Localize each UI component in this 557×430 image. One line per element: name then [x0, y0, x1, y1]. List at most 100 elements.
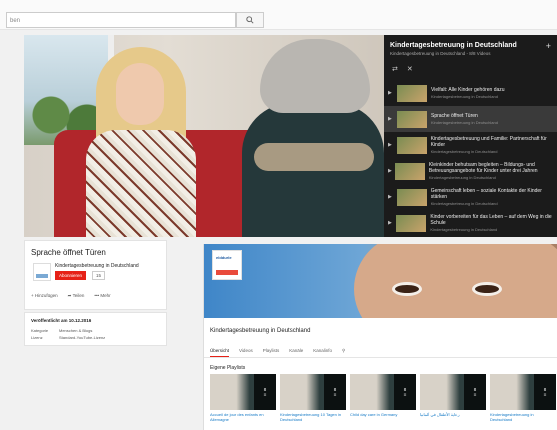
- youtube-page: ben Kindertagesbetreuung in Deutschland …: [0, 0, 557, 430]
- category-value[interactable]: Menschen & Blogs: [59, 328, 92, 333]
- playlist-item-title[interactable]: Kinder vorbereiten für das Leben – auf d…: [430, 214, 553, 226]
- channel-playlist-card[interactable]: 8 ≡ Kindertagesbetreuung in Deutschland: [490, 374, 556, 424]
- playlist-item[interactable]: ▶ Vielfalt: Alle Kinder gehören dazu Kinde…: [384, 80, 557, 106]
- channel-playlist-card[interactable]: 8 ≡ Accueil de jour des enfants en Allemag…: [210, 374, 276, 424]
- playlist-name-link[interactable]: Child day care in Germany: [350, 412, 416, 422]
- playlist-add-icon[interactable]: +: [546, 41, 551, 51]
- banner-child-face: [354, 244, 557, 318]
- playlist-item[interactable]: ▶ Sprache öffnet Türen Kindertagesbetreuun…: [384, 106, 557, 132]
- playlist-item[interactable]: ▶ Gemeinschaft leben – soziale Kontakte d…: [384, 184, 557, 210]
- playlist-name-link[interactable]: Kindertagesbetreuung 10 Tagen in Deutsch…: [280, 412, 346, 422]
- playlist-item-channel: Kindertagesbetreuung in Deutschland: [428, 175, 496, 180]
- channel-playlist-card[interactable]: 8 ≡ Child day care in Germany: [350, 374, 416, 424]
- playlist-header: Kindertagesbetreuung in Deutschland Kind…: [384, 35, 557, 77]
- playlist-item[interactable]: ▶ Kindertagesbetreuung und Familie: Partn…: [384, 132, 557, 158]
- playlist-name-link[interactable]: Accueil de jour des enfants en Allemagne: [210, 412, 276, 422]
- video-title: Sprache öffnet Türen: [31, 248, 106, 257]
- channel-tab[interactable]: Playlists: [263, 348, 280, 357]
- channel-tab[interactable]: Videos: [239, 348, 253, 357]
- channel-title: Kindertagesbetreuung in Deutschland: [210, 328, 311, 334]
- add-to-button[interactable]: + Hinzufügen: [31, 293, 58, 299]
- playlist-item-thumbnail[interactable]: [396, 214, 427, 232]
- play-indicator-icon: ▶: [388, 168, 392, 174]
- playlist-item-thumbnail[interactable]: [397, 110, 427, 128]
- channel-tabs: Übersicht Videos Playlists Kanäle Kanalinfo ⚲: [210, 348, 345, 357]
- play-indicator-icon: ▶: [388, 116, 392, 122]
- playlist-item-title[interactable]: Vielfalt: Alle Kinder gehören dazu: [431, 87, 505, 93]
- playlist-name-link[interactable]: رعاية الأطفال في ألمانيا: [420, 412, 486, 422]
- play-indicator-icon: ▶: [388, 90, 392, 96]
- playlist-item-channel: Kindertagesbetreuung in Deutschland: [430, 201, 498, 206]
- subscribe-button[interactable]: Abonnieren: [55, 271, 87, 280]
- playlist-name-link[interactable]: Kindertagesbetreuung in Deutschland: [490, 412, 556, 422]
- channel-search-icon[interactable]: ⚲: [342, 348, 345, 357]
- channel-tab[interactable]: Übersicht: [210, 348, 230, 357]
- search-input[interactable]: ben: [6, 12, 236, 28]
- playlist-item-title[interactable]: Kleinkinder behutsam begleiten – Bildung…: [429, 162, 553, 174]
- playlist-item-thumbnail[interactable]: [394, 162, 425, 180]
- playlist-items: ▶ Vielfalt: Alle Kinder gehören dazu Kinde…: [384, 80, 557, 236]
- playlist-thumbnail[interactable]: 8 ≡: [280, 374, 346, 410]
- playlist-title[interactable]: Kindertagesbetreuung in Deutschland: [390, 42, 551, 49]
- playlist-list-icon: ≡: [543, 392, 547, 397]
- playlist-item-title[interactable]: Kindertagesbetreuung und Familie: Partne…: [431, 136, 553, 148]
- playlist-video-count: 8 ≡: [254, 374, 276, 410]
- category-row: Kategorie Menschen & Blogs: [31, 328, 92, 333]
- playlist-item-title[interactable]: Gemeinschaft leben – soziale Kontakte de…: [431, 188, 553, 200]
- play-indicator-icon: ▶: [388, 220, 392, 226]
- video-meta-card: Veröffentlicht am 10.12.2016 Kategorie M…: [24, 312, 167, 346]
- channel-playlist-card[interactable]: 8 ≡ Kindertagesbetreuung 10 Tagen in Deuts…: [280, 374, 346, 424]
- own-playlists-heading: Eigene Playlists: [210, 365, 246, 371]
- playlist-subtitle: Kindertagesbetreuung in Deutschland - 8/…: [390, 51, 491, 56]
- playlist-item-thumbnail[interactable]: [397, 84, 427, 102]
- search-icon: [246, 16, 254, 24]
- video-scene-woman-body: [86, 130, 196, 237]
- publish-date: Veröffentlicht am 10.12.2016: [31, 318, 92, 323]
- channel-logo[interactable]: elddurle: [212, 250, 242, 280]
- more-button[interactable]: ••• Mehr: [94, 293, 110, 299]
- video-info-card: Sprache öffnet Türen Kindertagesbetreuun…: [24, 240, 167, 310]
- tabs-divider: [204, 357, 557, 358]
- playlist-item-thumbnail[interactable]: [396, 136, 427, 154]
- search-button[interactable]: [236, 12, 264, 28]
- video-actions: + Hinzufügen ➦ Teilen ••• Mehr: [31, 293, 111, 299]
- video-frame[interactable]: [24, 35, 384, 237]
- playlist-list-icon: ≡: [263, 392, 267, 397]
- license-label: Lizenz: [31, 335, 43, 340]
- playlist-thumbnail[interactable]: 8 ≡: [350, 374, 416, 410]
- channel-playlists-grid: 8 ≡ Accueil de jour des enfants en Allemag…: [210, 374, 556, 424]
- playlist-item-channel: Kindertagesbetreuung in Deutschland: [431, 94, 498, 99]
- play-indicator-icon: ▶: [388, 194, 392, 200]
- channel-name-link[interactable]: Kindertagesbetreuung in Deutschland: [55, 263, 139, 269]
- playlist-video-count: 8 ≡: [324, 374, 346, 410]
- channel-tab[interactable]: Kanäle: [289, 348, 303, 357]
- playlist-item-channel: Kindertagesbetreuung in Deutschland: [430, 149, 498, 154]
- playlist-thumbnail[interactable]: 8 ≡: [210, 374, 276, 410]
- category-label: Kategorie: [31, 328, 49, 333]
- playlist-item-channel: Kindertagesbetreuung in Deutschland: [431, 120, 498, 125]
- playlist-item-thumbnail[interactable]: [396, 188, 427, 206]
- channel-page: elddurle Kindertagesbetreuung in Deutsch…: [203, 244, 557, 430]
- subscriber-count: 15: [92, 271, 106, 280]
- channel-banner: elddurle: [204, 244, 557, 318]
- channel-tab[interactable]: Kanalinfo: [313, 348, 332, 357]
- share-button[interactable]: ➦ Teilen: [68, 293, 85, 299]
- playlist-list-icon: ≡: [473, 392, 477, 397]
- playlist-item-title[interactable]: Sprache öffnet Türen: [431, 113, 498, 119]
- playlist-item[interactable]: ▶ Kleinkinder behutsam begleiten – Bildun…: [384, 158, 557, 184]
- playlist-thumbnail[interactable]: 8 ≡: [490, 374, 556, 410]
- channel-avatar[interactable]: [33, 263, 51, 281]
- playlist-video-count: 8 ≡: [394, 374, 416, 410]
- video-player[interactable]: Kindertagesbetreuung in Deutschland Kind…: [24, 35, 557, 237]
- playlist-video-count: 8 ≡: [464, 374, 486, 410]
- channel-playlist-card[interactable]: 8 ≡ رعاية الأطفال في ألمانيا: [420, 374, 486, 424]
- playlist-panel: Kindertagesbetreuung in Deutschland Kind…: [384, 35, 557, 237]
- playlist-item-channel: Kindertagesbetreuung in Deutschland: [430, 227, 498, 232]
- loop-icon[interactable]: ⇄: [392, 65, 398, 73]
- playlist-item[interactable]: ▶ Kinder vorbereiten für das Leben – auf …: [384, 210, 557, 236]
- playlist-controls: ⇄ ✕: [392, 65, 413, 73]
- playlist-video-count: 8 ≡: [534, 374, 556, 410]
- playlist-thumbnail[interactable]: 8 ≡: [420, 374, 486, 410]
- shuffle-icon[interactable]: ✕: [407, 65, 413, 73]
- play-indicator-icon: ▶: [388, 142, 392, 148]
